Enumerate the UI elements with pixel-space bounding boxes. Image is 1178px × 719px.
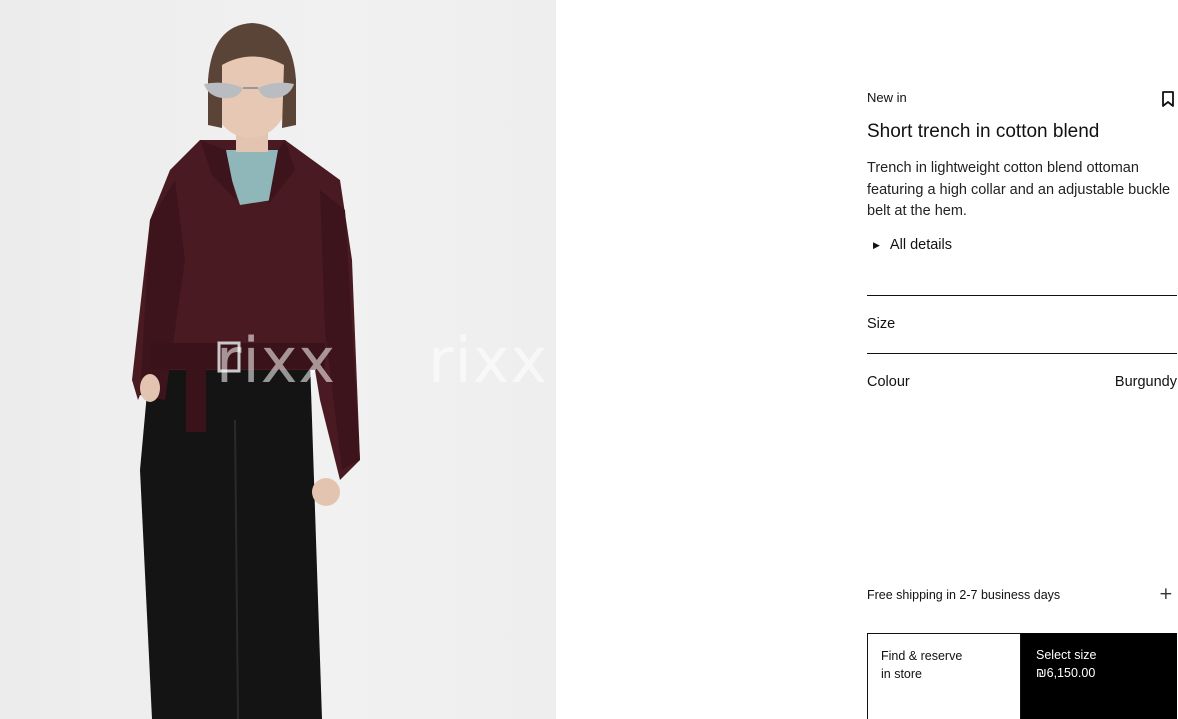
find-reserve-in-store-button[interactable]: Find & reserve in store — [867, 633, 1021, 719]
colour-value: Burgundy — [1114, 374, 1177, 390]
all-details-toggle[interactable]: ▶ All details — [873, 237, 952, 253]
product-image[interactable]: rixx rixx — [0, 0, 556, 719]
triangle-right-icon: ▶ — [873, 239, 880, 250]
price: ₪6,150.00 — [1036, 666, 1096, 680]
product-info-panel: New in Short trench in cotton blend Tren… — [867, 0, 1177, 719]
shipping-label: Free shipping in 2-7 business days — [867, 588, 1061, 602]
select-size-label: Select size — [1036, 648, 1097, 662]
colour-row: Colour Burgundy — [867, 354, 1177, 404]
find-button-line2: in store — [881, 667, 922, 681]
new-in-badge: New in — [867, 90, 907, 105]
plus-icon: + — [1158, 584, 1173, 604]
select-size-button[interactable]: Select size ₪6,150.00 — [1021, 633, 1177, 719]
product-description: Trench in lightweight cotton blend ottom… — [867, 160, 1171, 219]
all-details-label: All details — [889, 237, 952, 253]
find-button-line1: Find & reserve — [881, 649, 963, 663]
watermark-text: rixx — [428, 324, 549, 397]
size-selector[interactable]: Size — [867, 296, 1177, 353]
shipping-info-toggle[interactable]: Free shipping in 2-7 business days + — [867, 584, 1177, 606]
bookmark-icon[interactable] — [1160, 90, 1176, 108]
size-label: Size — [867, 316, 896, 332]
colour-label: Colour — [867, 374, 910, 390]
product-title: Short trench in cotton blend — [867, 121, 1100, 142]
watermark-text: rixx — [216, 324, 337, 397]
